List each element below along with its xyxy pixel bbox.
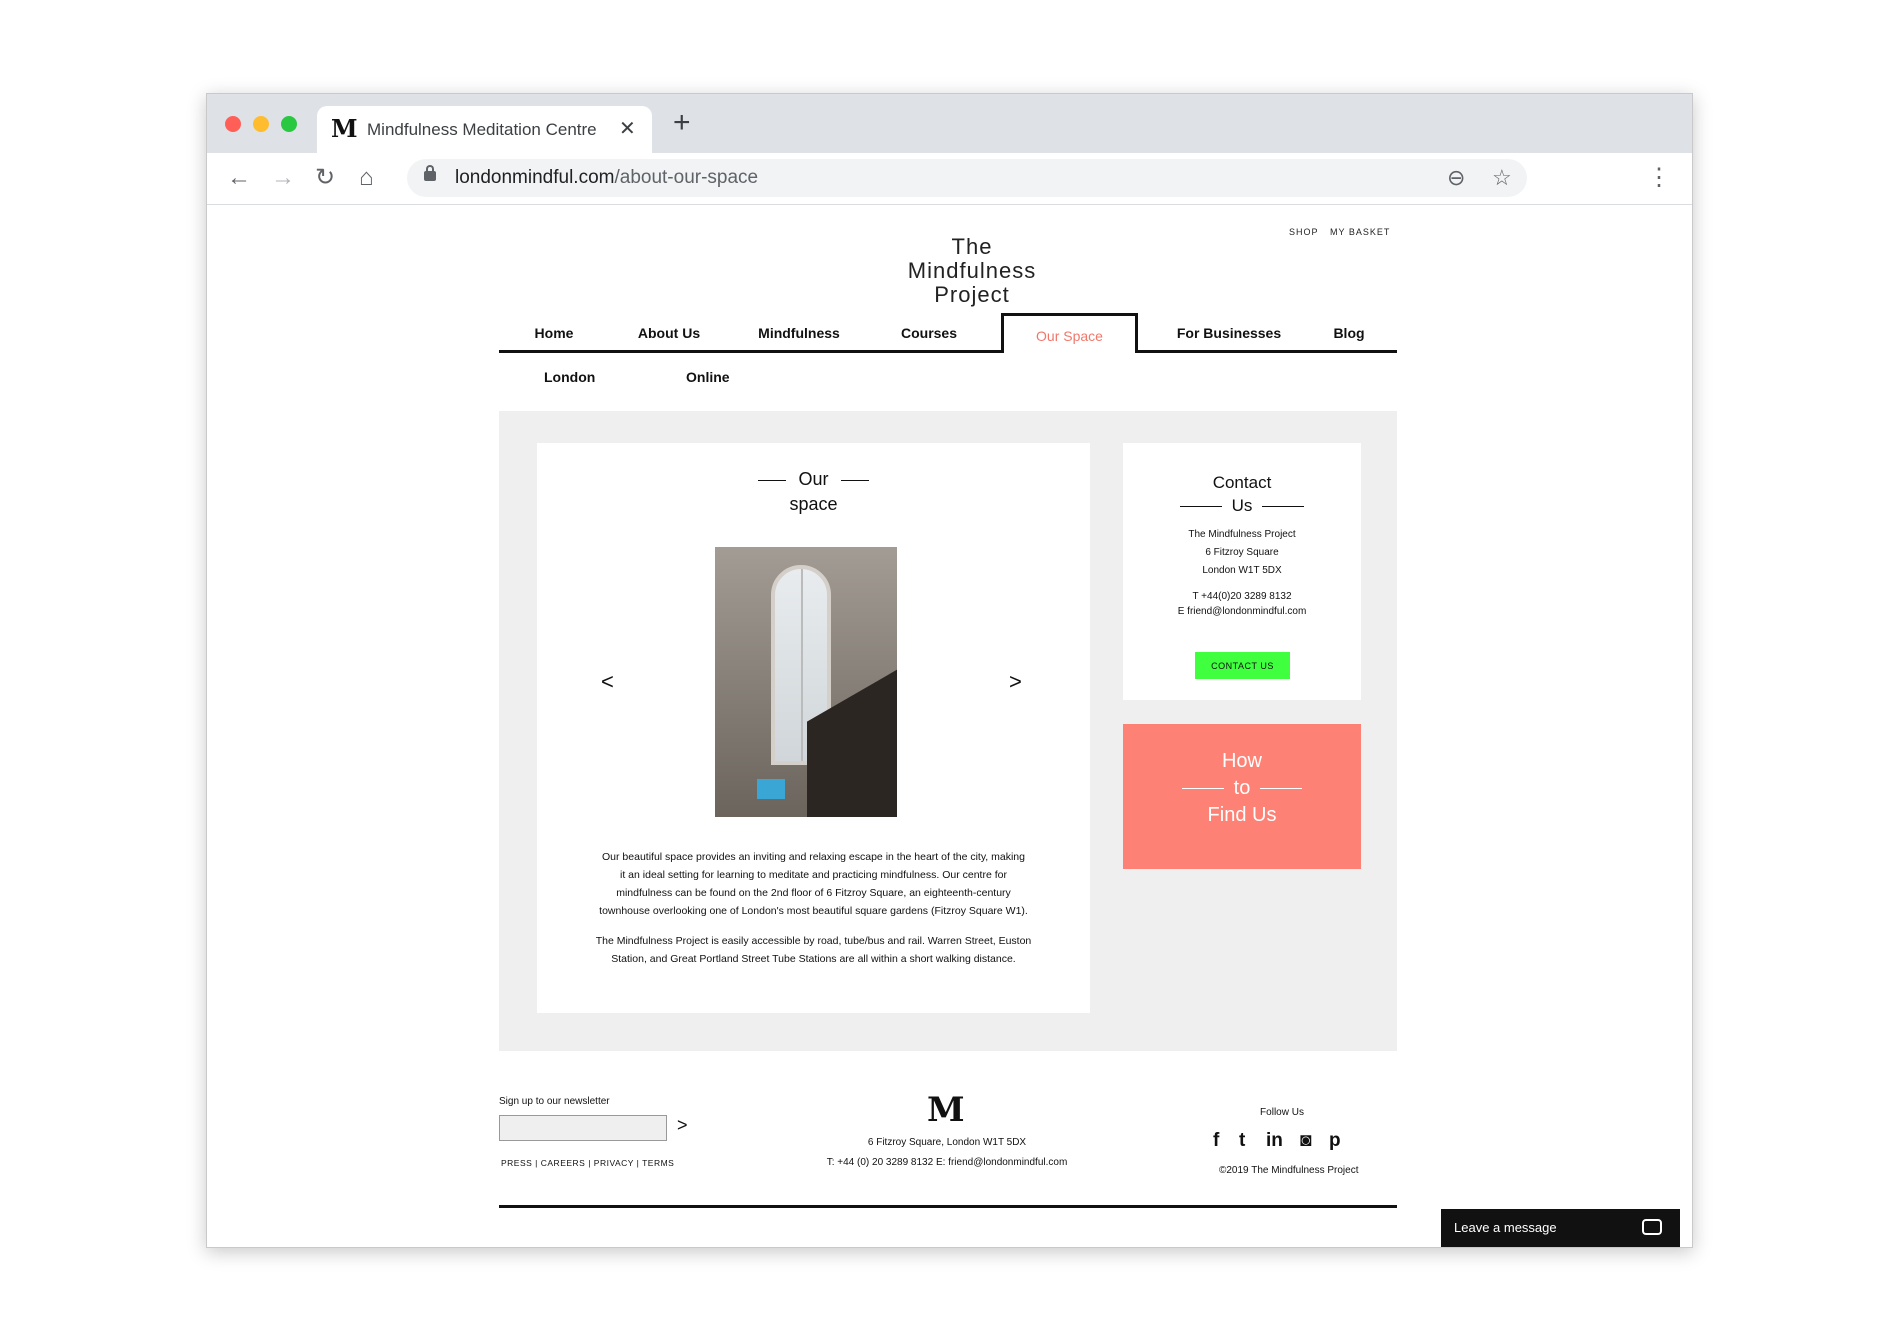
brand-line: The	[951, 234, 993, 259]
page-viewport: The Mindfulness Project SHOP MY BASKET H…	[207, 205, 1692, 1247]
brand-line: Project	[934, 282, 1010, 307]
newsletter-label: Sign up to our newsletter	[499, 1096, 610, 1107]
main-nav: Home About Us Mindfulness Courses Our Sp…	[499, 313, 1397, 353]
find-line: Find Us	[1207, 804, 1277, 826]
subnav-london[interactable]: London	[544, 369, 595, 385]
browser-menu-icon[interactable]: ⋮	[1647, 163, 1671, 192]
contact-heading-line: Contact	[1212, 473, 1272, 492]
heading-rule	[758, 479, 787, 481]
follow-us-label: Follow Us	[1260, 1107, 1304, 1118]
chat-label: Leave a message	[1454, 1220, 1557, 1235]
find-line: How	[1221, 750, 1262, 772]
heading-rule	[1181, 788, 1224, 790]
text-line: The Mindfulness Project is easily access…	[595, 935, 1032, 947]
instagram-icon[interactable]: ◙	[1300, 1130, 1311, 1152]
newsletter-submit-button[interactable]: >	[677, 1115, 688, 1136]
contact-email[interactable]: E friend@londonmindful.com	[1123, 603, 1361, 621]
chat-bubble-icon	[1642, 1219, 1662, 1235]
tab-bar: M Mindfulness Meditation Centre ✕ +	[207, 94, 1692, 153]
subnav-online[interactable]: Online	[686, 369, 730, 385]
nav-underline	[499, 350, 1397, 353]
nav-mindfulness[interactable]: Mindfulness	[744, 325, 854, 341]
tab-title: Mindfulness Meditation Centre	[367, 120, 597, 139]
contact-panel: Contact Us The Mindfulness Project 6 Fit…	[1123, 443, 1361, 700]
text-line: mindfulness can be found on the 2nd floo…	[616, 887, 1011, 899]
url-host: londonmindful.com	[455, 167, 615, 188]
section-heading: Our	[537, 467, 1090, 491]
space-photo	[715, 547, 897, 817]
description-paragraph-2: The Mindfulness Project is easily access…	[567, 932, 1060, 968]
address-line: 6 Fitzroy Square	[1205, 547, 1279, 558]
browser-toolbar: ← → ↻ ⌂ londonmindful.com/about-our-spac…	[207, 153, 1692, 205]
browser-tab[interactable]: M Mindfulness Meditation Centre ✕	[317, 106, 652, 153]
content-area: Our space < > Our beautiful space provid…	[499, 411, 1397, 1051]
nav-about-us[interactable]: About Us	[624, 325, 714, 341]
nav-home[interactable]: Home	[519, 325, 589, 341]
nav-for-businesses[interactable]: For Businesses	[1164, 325, 1294, 341]
close-window-button[interactable]	[225, 116, 241, 132]
heading-rule	[1260, 788, 1303, 790]
shop-link[interactable]: SHOP	[1289, 227, 1319, 237]
back-arrow-icon[interactable]: ←	[227, 163, 251, 193]
chat-widget[interactable]: Leave a message	[1441, 1209, 1680, 1247]
site-favicon-icon: M	[331, 114, 358, 143]
zoom-icon[interactable]: ⊖	[1447, 165, 1465, 191]
facebook-icon[interactable]: f	[1213, 1130, 1219, 1152]
pinterest-icon[interactable]: p	[1329, 1130, 1341, 1152]
reload-icon[interactable]: ↻	[315, 163, 335, 193]
heading-rule	[1179, 506, 1222, 508]
contact-heading-line: Us	[1231, 496, 1253, 515]
section-heading-line2: space	[789, 494, 838, 514]
bookmark-star-icon[interactable]: ☆	[1492, 165, 1512, 191]
nav-courses[interactable]: Courses	[884, 325, 974, 341]
text-line: Our beautiful space provides an inviting…	[602, 851, 1025, 863]
footer-logo-icon[interactable]: M	[927, 1090, 965, 1130]
url-text[interactable]: londonmindful.com/about-our-space	[455, 167, 758, 189]
text-line: townhouse overlooking one of London's mo…	[599, 905, 1028, 917]
address-line: London W1T 5DX	[1202, 565, 1282, 576]
linkedin-icon[interactable]: in	[1266, 1130, 1283, 1152]
home-icon[interactable]: ⌂	[359, 163, 374, 193]
site-logo[interactable]: The Mindfulness Project	[867, 235, 1077, 307]
footer-address: 6 Fitzroy Square, London W1T 5DX	[867, 1137, 1027, 1148]
contact-heading: Contact Us	[1123, 471, 1361, 517]
close-tab-icon[interactable]: ✕	[619, 116, 636, 141]
heading-rule	[840, 479, 869, 481]
brand-line: Mindfulness	[907, 258, 1037, 283]
description-paragraph-1: Our beautiful space provides an inviting…	[567, 848, 1060, 920]
photo-chair	[757, 779, 785, 799]
our-space-panel: Our space < > Our beautiful space provid…	[537, 443, 1090, 1013]
copyright: ©2019 The Mindfulness Project	[1219, 1165, 1359, 1176]
find-line: to	[1233, 777, 1251, 799]
nav-blog[interactable]: Blog	[1319, 325, 1379, 341]
url-path: /about-our-space	[614, 167, 759, 188]
contact-us-button[interactable]: CONTACT US	[1195, 652, 1290, 679]
heading-line: Our	[798, 469, 829, 489]
footer-contact: T: +44 (0) 20 3289 8132 E: friend@london…	[826, 1157, 1068, 1168]
footer-links[interactable]: PRESS | CAREERS | PRIVACY | TERMS	[501, 1158, 674, 1168]
new-tab-button[interactable]: +	[673, 108, 691, 138]
contact-address: The Mindfulness Project 6 Fitzroy Square…	[1123, 526, 1361, 580]
how-to-find-us-button[interactable]: How to Find Us	[1123, 724, 1361, 869]
text-line: it an ideal setting for learning to medi…	[620, 869, 1007, 881]
twitter-icon[interactable]: t	[1239, 1130, 1245, 1152]
forward-arrow-icon[interactable]: →	[271, 163, 295, 193]
carousel-prev-button[interactable]: <	[601, 669, 614, 695]
heading-rule	[1262, 506, 1305, 508]
address-line: The Mindfulness Project	[1188, 529, 1296, 540]
minimize-window-button[interactable]	[253, 116, 269, 132]
newsletter-email-input[interactable]	[499, 1115, 667, 1141]
browser-window: M Mindfulness Meditation Centre ✕ + ← → …	[206, 93, 1693, 1248]
lock-icon[interactable]	[424, 165, 436, 181]
basket-link[interactable]: MY BASKET	[1330, 227, 1390, 237]
nav-our-space[interactable]: Our Space	[1001, 313, 1138, 353]
address-bar[interactable]: londonmindful.com/about-our-space ⊖ ☆	[407, 159, 1527, 197]
maximize-window-button[interactable]	[281, 116, 297, 132]
text-line: Station, and Great Portland Street Tube …	[611, 953, 1016, 965]
footer-rule	[499, 1205, 1397, 1208]
carousel-next-button[interactable]: >	[1009, 669, 1022, 695]
